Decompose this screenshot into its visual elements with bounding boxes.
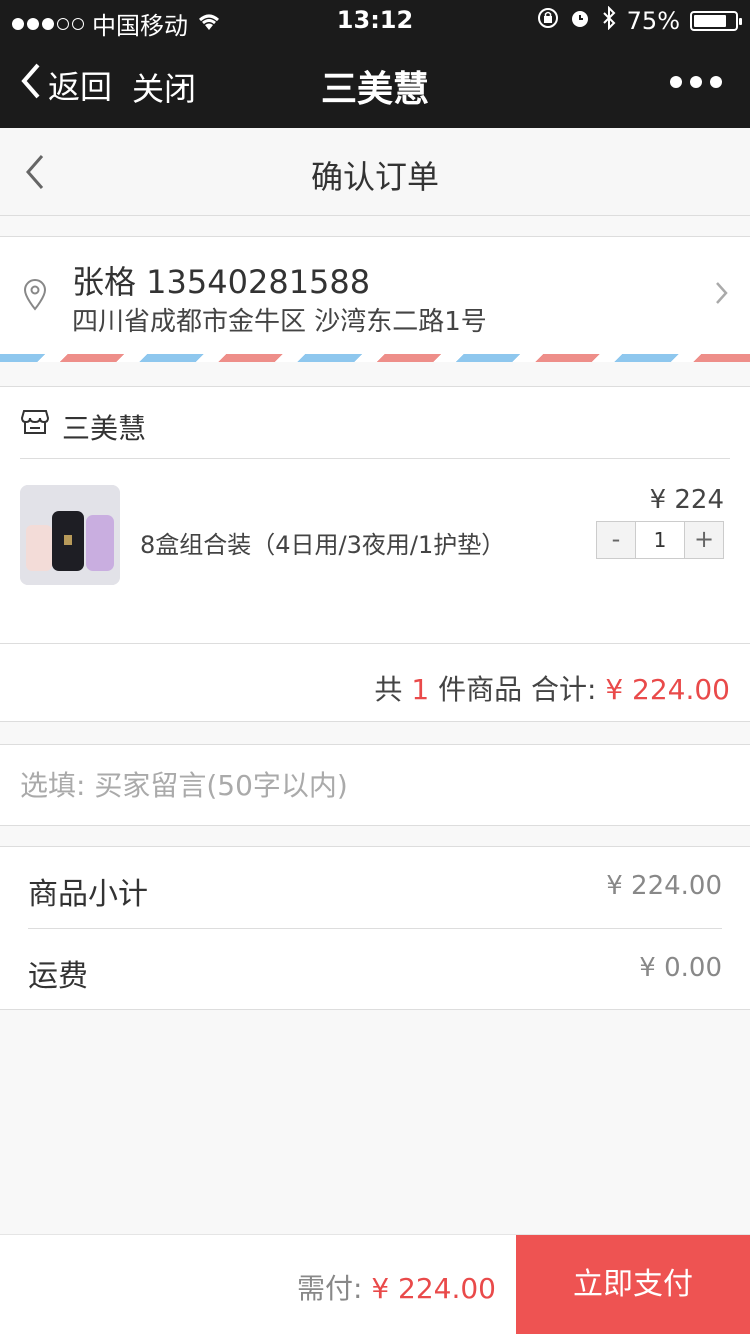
shop-section: 三美慧 8盒组合装（4日用/3夜用/1护垫） ¥ 224 - 1 + 共 1 件…	[0, 386, 750, 722]
more-dots-icon[interactable]	[670, 76, 722, 88]
pay-now-button[interactable]: 立即支付	[516, 1235, 750, 1334]
shipping-value: ¥ 0.00	[639, 953, 722, 983]
address-card[interactable]: 张格 13540281588 四川省成都市金牛区 沙湾东二路1号	[0, 236, 750, 362]
due-label: 需付:	[296, 1272, 363, 1305]
shipping-row: 运费 ¥ 0.00	[28, 929, 722, 1011]
shop-header: 三美慧	[20, 387, 730, 459]
alarm-icon	[569, 7, 591, 35]
nav-title: 三美慧	[320, 69, 429, 110]
orientation-lock-icon	[537, 7, 559, 35]
decrease-button[interactable]: -	[597, 522, 635, 558]
status-bar: 中国移动 13:12 75%	[0, 0, 750, 40]
nav-bar: 返回 关闭 三美慧	[0, 40, 750, 128]
shipping-label: 运费	[28, 959, 88, 994]
recipient-address: 四川省成都市金牛区 沙湾东二路1号	[72, 307, 487, 337]
page-title: 确认订单	[310, 158, 439, 196]
store-icon	[20, 407, 50, 441]
battery-percent: 75%	[626, 7, 680, 35]
total-amount: ¥ 224.00	[605, 673, 730, 706]
product-row: 8盒组合装（4日用/3夜用/1护垫） ¥ 224 - 1 +	[0, 459, 750, 643]
airmail-border	[0, 354, 750, 362]
item-count: 1	[411, 673, 430, 706]
product-name[interactable]: 8盒组合装（4日用/3夜用/1护垫）	[140, 525, 505, 560]
bluetooth-icon	[601, 5, 617, 36]
subtotal-row: 商品小计 ¥ 224.00	[28, 847, 722, 929]
location-pin-icon	[22, 279, 48, 315]
product-image[interactable]	[20, 485, 120, 585]
increase-button[interactable]: +	[685, 522, 723, 558]
total-middle: 件商品 合计:	[438, 673, 597, 706]
price-summary: 商品小计 ¥ 224.00 运费 ¥ 0.00	[0, 846, 750, 1010]
battery-icon	[690, 11, 742, 31]
due-amount: ¥ 224.00	[371, 1272, 496, 1305]
order-total-row: 共 1 件商品 合计: ¥ 224.00	[0, 643, 750, 723]
buyer-message-input[interactable]	[20, 765, 720, 805]
product-price: ¥ 224	[649, 485, 724, 515]
total-line: 共 1 件商品 合计: ¥ 224.00	[374, 668, 730, 708]
amount-due: 需付: ¥ 224.00	[297, 1267, 496, 1307]
quantity-stepper: - 1 +	[596, 521, 724, 559]
chevron-right-icon	[714, 279, 730, 311]
subtotal-label: 商品小计	[28, 877, 148, 912]
buyer-message	[0, 744, 750, 826]
page-header: 确认订单	[0, 128, 750, 216]
total-prefix: 共	[374, 673, 403, 706]
shop-name: 三美慧	[62, 412, 147, 445]
recipient-name-phone: 张格 13540281588	[72, 263, 371, 301]
subtotal-value: ¥ 224.00	[606, 871, 722, 901]
checkout-bar: 需付: ¥ 224.00 立即支付	[0, 1234, 750, 1334]
quantity-value[interactable]: 1	[635, 522, 685, 558]
status-right: 75%	[537, 5, 742, 36]
